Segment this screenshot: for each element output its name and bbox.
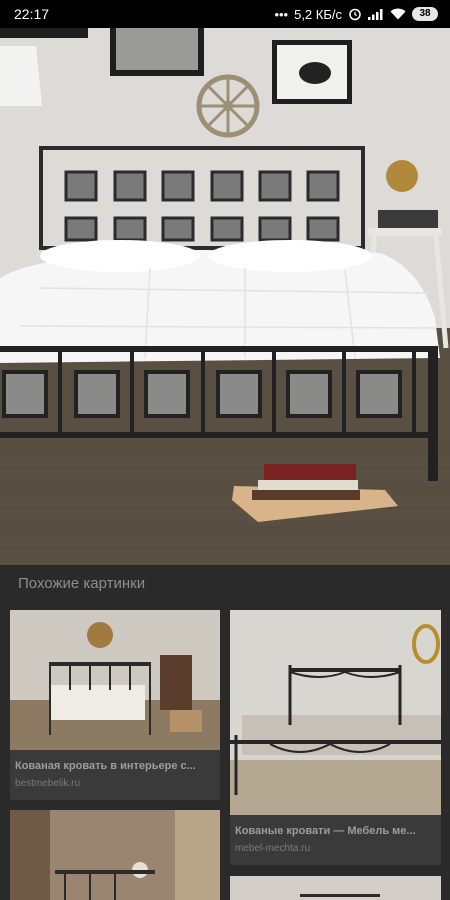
related-card-title[interactable]: Кованые кровати — Мебель ме... [235, 825, 436, 837]
status-time: 22:17 [14, 6, 50, 22]
wifi-icon [390, 8, 406, 20]
bed-thumbnail-illustration [10, 610, 220, 750]
signal-icon [368, 9, 383, 20]
status-right: ••• 5,2 КБ/с 38 [274, 7, 438, 22]
related-thumbnail[interactable] [10, 810, 220, 900]
related-thumbnail[interactable] [230, 610, 441, 815]
section-title: Похожие картинки [18, 575, 146, 592]
main-image[interactable] [0, 28, 450, 565]
bed-thumbnail-illustration [230, 610, 441, 815]
related-card-title[interactable]: Кованая кровать в интерьере с... [15, 760, 215, 772]
battery-icon: 38 [412, 7, 438, 21]
status-bar: 22:17 ••• 5,2 КБ/с 38 [0, 0, 450, 28]
notification-dots: ••• [274, 6, 289, 22]
alarm-icon [349, 8, 361, 21]
related-card[interactable] [230, 876, 441, 900]
related-card[interactable]: Кованая кровать в интерьере с... bestmeb… [10, 610, 220, 800]
related-card-source: bestmebelik.ru [15, 778, 81, 789]
related-card[interactable] [10, 810, 220, 900]
related-thumbnail[interactable] [10, 610, 220, 750]
bed-thumbnail-illustration [10, 810, 220, 900]
bed-photo-illustration [0, 28, 450, 565]
bed-thumbnail-illustration [230, 876, 441, 900]
related-card[interactable]: Кованые кровати — Мебель ме... mebel-mec… [230, 610, 441, 865]
related-thumbnail[interactable] [230, 876, 441, 900]
network-speed: 5,2 КБ/с [294, 6, 342, 22]
related-card-source: mebel-mechta.ru [235, 843, 311, 854]
